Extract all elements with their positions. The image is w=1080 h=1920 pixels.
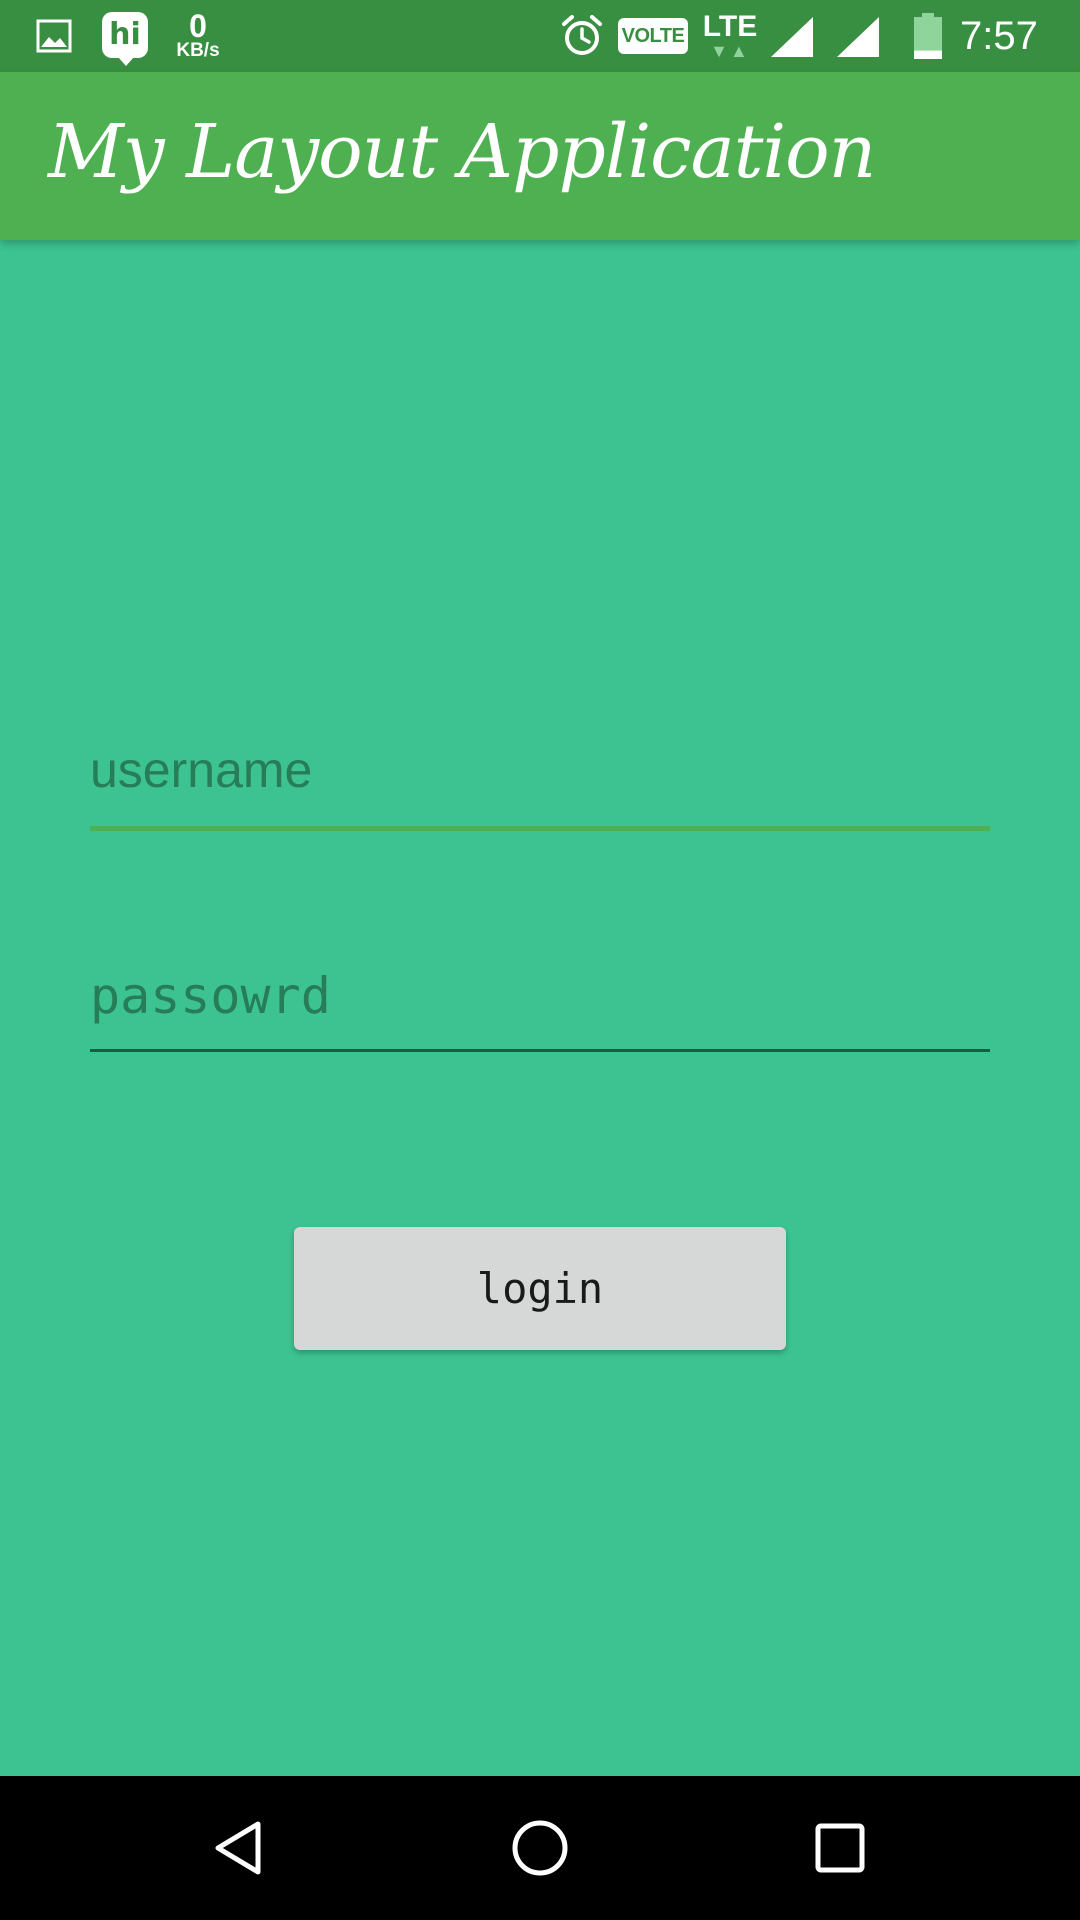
hike-app-label: hi (109, 17, 141, 52)
back-triangle-icon (215, 1821, 261, 1875)
home-button[interactable] (490, 1798, 590, 1898)
app-bar: My Layout Application (0, 72, 1080, 240)
login-button[interactable]: login (294, 1227, 786, 1350)
lte-label: LTE (702, 10, 758, 43)
status-bar: hi 0 KB/s VOLTE LTE ▼▲ 7:57 (0, 0, 1080, 72)
recents-square-icon (815, 1823, 865, 1873)
app-title: My Layout Application (48, 109, 876, 195)
hike-app-icon: hi (102, 12, 148, 66)
login-screen: hi 0 KB/s VOLTE LTE ▼▲ 7:57 My Layout Ap… (0, 0, 1080, 1920)
username-underline (90, 826, 990, 831)
recents-button[interactable] (790, 1798, 890, 1898)
gallery-icon (34, 16, 74, 56)
signal-strength-icon (768, 14, 816, 60)
username-input[interactable] (90, 730, 990, 810)
lte-indicator: LTE ▼▲ (700, 8, 760, 64)
network-speed-value: 0 (189, 8, 207, 44)
volte-badge: VOLTE (618, 18, 688, 54)
network-speed-unit: KB/s (176, 40, 220, 61)
network-speed: 0 KB/s (168, 6, 228, 66)
home-circle-icon (512, 1820, 568, 1876)
navigation-bar (0, 1776, 1080, 1920)
volte-label: VOLTE (621, 24, 685, 47)
battery-icon (910, 12, 946, 60)
password-input[interactable] (90, 956, 990, 1036)
alarm-clock-icon (560, 14, 604, 58)
password-underline (90, 1049, 990, 1052)
signal-strength-icon (834, 14, 882, 60)
clock-time: 7:57 (960, 13, 1038, 58)
back-button[interactable] (190, 1798, 290, 1898)
data-activity-arrows: ▼▲ (710, 41, 750, 61)
